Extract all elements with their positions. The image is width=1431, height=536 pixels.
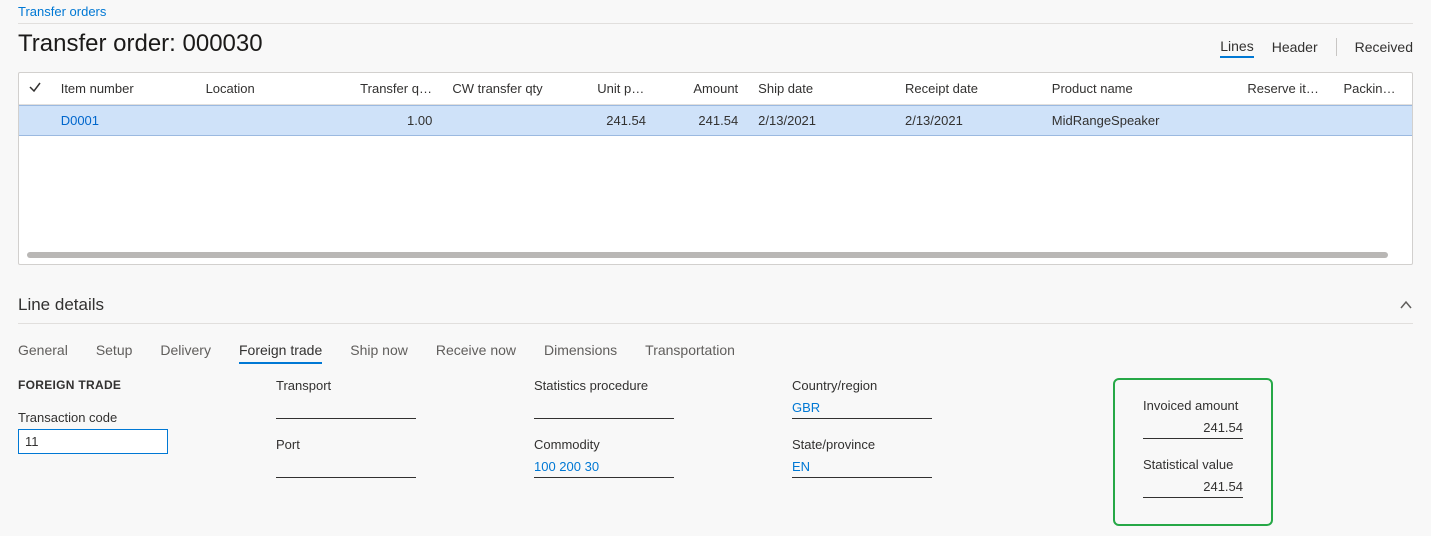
line-details-header[interactable]: Line details [18,287,1413,324]
page-title: Transfer order: 000030 [18,30,263,58]
cell-unitprice: 241.54 [587,106,656,135]
statistics-procedure-input[interactable] [534,397,674,419]
breadcrumb[interactable]: Transfer orders [18,4,106,19]
label-statistical-value: Statistical value [1143,457,1233,472]
tab-dimensions[interactable]: Dimensions [544,338,617,364]
divider [1336,38,1337,56]
col-packing[interactable]: Packing qu [1333,74,1412,103]
grid-empty [19,136,1412,248]
label-transport: Transport [276,378,506,393]
cell-amount: 241.54 [656,106,748,135]
label-country: Country/region [792,378,972,393]
line-details-title: Line details [18,295,104,315]
col-item[interactable]: Item number [51,74,196,103]
tab-foreign-trade[interactable]: Foreign trade [239,338,322,364]
col-amount[interactable]: Amount [656,74,748,103]
grid-header: Item number Location Transfer quantity C… [19,73,1412,105]
header-tabs: Lines Header Received [1220,36,1413,58]
col-shipdate[interactable]: Ship date [748,74,895,103]
tab-delivery[interactable]: Delivery [160,338,211,364]
group-title: FOREIGN TRADE [18,378,248,392]
transport-input[interactable] [276,397,416,419]
tab-ship-now[interactable]: Ship now [350,338,408,364]
tab-received[interactable]: Received [1355,37,1413,57]
col-location[interactable]: Location [196,74,351,103]
highlight-amounts: Invoiced amount 241.54 Statistical value… [1113,378,1273,526]
label-statistics-procedure: Statistics procedure [534,378,764,393]
foreign-trade-panel: FOREIGN TRADE Transaction code Transport… [18,370,1413,526]
col-unitprice[interactable]: Unit price [587,74,656,103]
cell-reserve [1237,114,1333,128]
col-productname[interactable]: Product name [1042,74,1238,103]
cell-item[interactable]: D0001 [51,106,196,135]
check-icon [28,80,42,97]
label-transaction-code: Transaction code [18,410,248,425]
label-invoiced-amount: Invoiced amount [1143,398,1238,413]
col-cwqty[interactable]: CW transfer qty [442,74,587,103]
value-invoiced-amount: 241.54 [1143,417,1243,439]
cell-receiptdate: 2/13/2021 [895,106,1042,135]
cell-packing [1333,114,1412,128]
tab-header[interactable]: Header [1272,37,1318,57]
chevron-up-icon [1399,298,1413,312]
col-qty[interactable]: Transfer quantity [350,74,442,103]
cell-productname: MidRangeSpeaker [1042,106,1238,135]
label-state: State/province [792,437,972,452]
detail-tabs: General Setup Delivery Foreign trade Shi… [18,324,1413,370]
grid: Item number Location Transfer quantity C… [18,72,1413,265]
cell-cwqty [442,114,587,128]
col-select[interactable] [19,73,51,104]
col-receiptdate[interactable]: Receipt date [895,74,1042,103]
cell-qty: 1.00 [350,106,442,135]
port-input[interactable] [276,456,416,478]
transaction-code-input[interactable] [18,429,168,454]
label-port: Port [276,437,506,452]
horizontal-scrollbar[interactable] [27,252,1388,258]
country-input[interactable] [792,397,932,419]
tab-general[interactable]: General [18,338,68,364]
table-row[interactable]: D0001 1.00 241.54 241.54 2/13/2021 2/13/… [19,105,1412,136]
commodity-input[interactable] [534,456,674,478]
col-reserve[interactable]: Reserve items a... [1237,74,1333,103]
cell-location [196,114,351,128]
tab-setup[interactable]: Setup [96,338,133,364]
cell-shipdate: 2/13/2021 [748,106,895,135]
value-statistical-value: 241.54 [1143,476,1243,498]
tab-lines[interactable]: Lines [1220,36,1253,58]
row-select[interactable] [19,114,51,128]
label-commodity: Commodity [534,437,764,452]
tab-transportation[interactable]: Transportation [645,338,735,364]
tab-receive-now[interactable]: Receive now [436,338,516,364]
state-input[interactable] [792,456,932,478]
